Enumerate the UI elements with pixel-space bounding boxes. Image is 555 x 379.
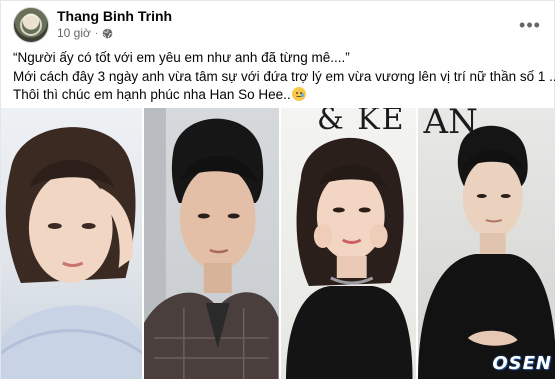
photo-3[interactable]: & KE <box>281 108 416 379</box>
photo-1[interactable] <box>1 108 143 379</box>
post-line-text: Thôi thì chúc em hạnh phúc nha Han So He… <box>13 87 291 102</box>
post-line: “Người ấy có tốt với em yêu em như anh đ… <box>13 50 350 65</box>
osen-watermark: OSEN <box>492 353 553 374</box>
post-header: Thang Binh Trinh 10 giờ · ••• <box>13 7 544 43</box>
woman-portrait-image <box>1 127 143 379</box>
globe-icon[interactable] <box>102 28 113 39</box>
post-text: “Người ấy có tốt với em yêu em như anh đ… <box>13 49 555 105</box>
post-line: Mới cách đây 3 ngày anh vừa tâm sự với đ… <box>13 68 555 84</box>
more-options-icon[interactable]: ••• <box>516 11 544 39</box>
post-time[interactable]: 10 giờ <box>57 26 91 40</box>
photo-grid: & KE AN OSEN <box>1 108 555 379</box>
meta-separator: · <box>94 27 99 39</box>
avatar[interactable] <box>13 7 49 43</box>
author-name[interactable]: Thang Binh Trinh <box>57 8 172 24</box>
facebook-post: Thang Binh Trinh 10 giờ · ••• “Người ấy … <box>0 0 555 379</box>
woman-event-image <box>286 137 413 379</box>
post-line: Thôi thì chúc em hạnh phúc nha Han So He… <box>13 86 543 105</box>
crying-face-emoji <box>291 87 306 101</box>
man-event-image <box>417 125 555 379</box>
photo-4[interactable]: AN OSEN <box>417 108 555 379</box>
photo-2[interactable] <box>144 108 279 379</box>
post-meta: 10 giờ · <box>57 26 113 40</box>
man-portrait-image <box>144 108 279 379</box>
